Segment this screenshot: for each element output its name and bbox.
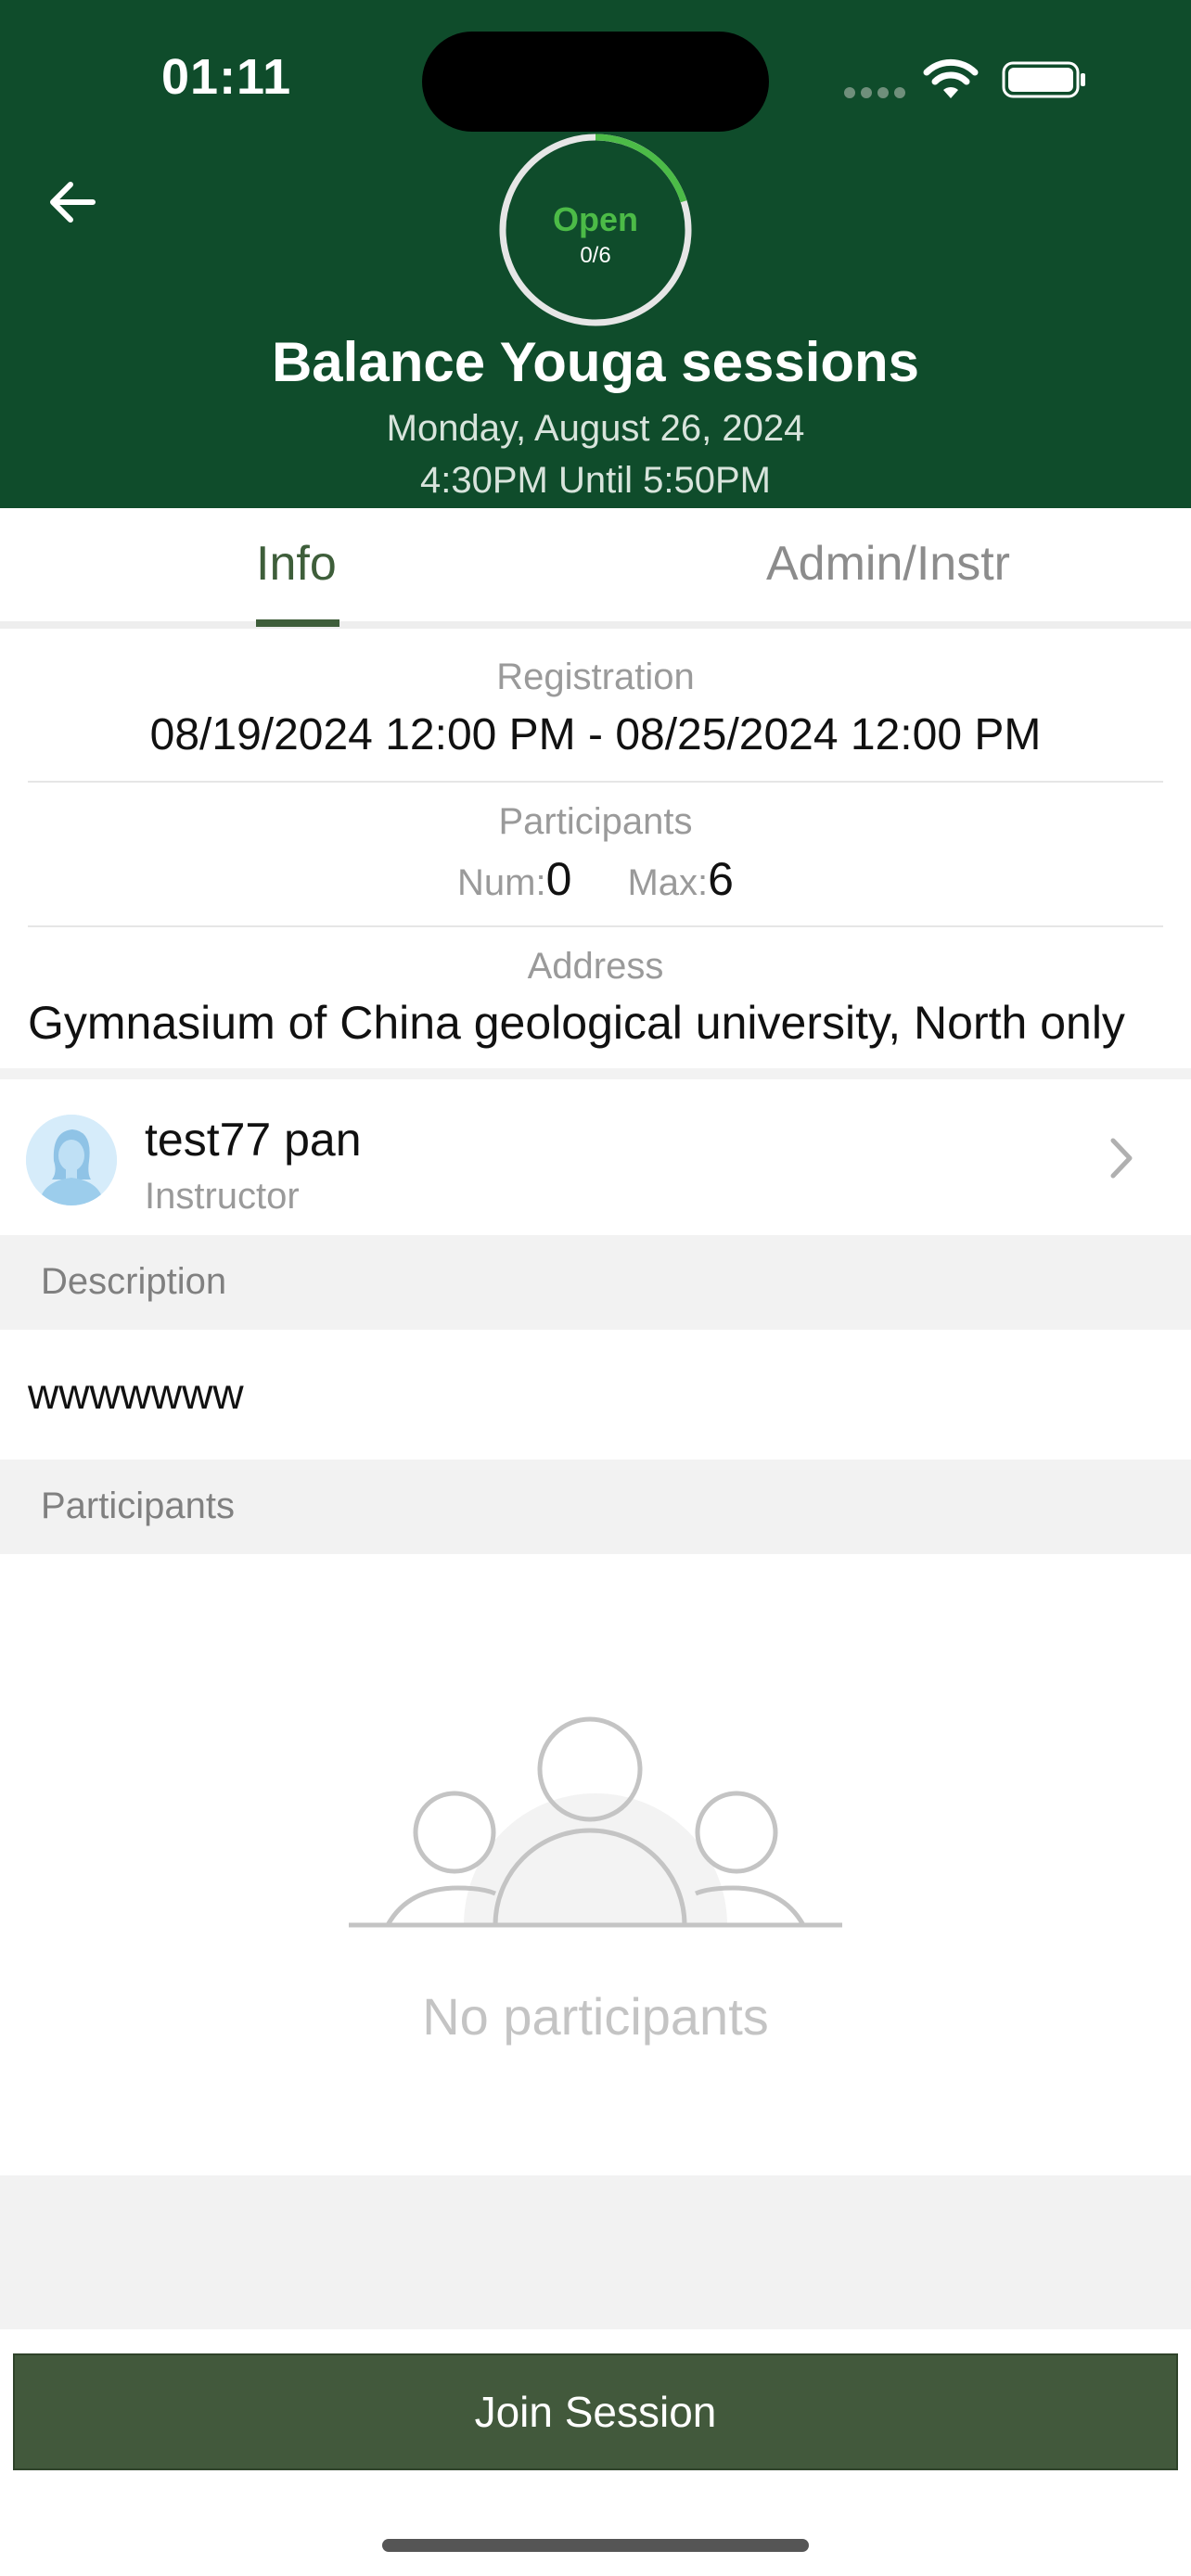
join-session-button[interactable]: Join Session: [13, 2353, 1178, 2470]
participants-header: Participants: [0, 1460, 1191, 1554]
capacity-count: 0/6: [580, 243, 611, 268]
description-header: Description: [0, 1235, 1191, 1330]
participants-label: Participants: [498, 801, 693, 842]
max-label: Max:: [627, 862, 709, 903]
registration-label: Registration: [496, 657, 695, 697]
section-gap: [0, 1068, 1191, 1079]
instructor-name: test77 pan: [145, 1114, 362, 1166]
back-button[interactable]: [37, 167, 108, 237]
home-indicator[interactable]: [382, 2539, 809, 2552]
people-group-icon: [349, 1716, 842, 1928]
bottom-spacer: [0, 2175, 1191, 2329]
signal-icon: [844, 87, 905, 98]
session-title: Balance Youga sessions: [271, 331, 920, 393]
divider: [28, 781, 1163, 783]
tab-admin-instr[interactable]: Admin/Instr: [766, 536, 1010, 592]
address-section: Address: [28, 946, 1163, 988]
tab-bar: Info Admin/Instr: [0, 508, 1191, 629]
max-value: 6: [708, 853, 734, 905]
registration-value: 08/19/2024 12:00 PM - 08/25/2024 12:00 P…: [149, 710, 1042, 759]
registration-section: Registration 08/19/2024 12:00 PM - 08/25…: [28, 657, 1163, 760]
arrow-left-icon: [50, 182, 96, 223]
capacity-ring: Open 0/6: [495, 130, 696, 330]
wifi-icon: [923, 58, 979, 98]
address-value: Gymnasium of China geological university…: [28, 997, 1125, 1049]
num-label: Num:: [457, 862, 546, 903]
battery-icon: [1002, 61, 1085, 98]
instructor-row[interactable]: test77 pan Instructor: [0, 1079, 1191, 1235]
session-date: Monday, August 26, 2024: [386, 408, 805, 449]
description-header-label: Description: [41, 1261, 227, 1302]
num-value: 0: [545, 853, 572, 905]
empty-participants-text: No participants: [422, 1987, 769, 2046]
description-text: wwwwwww: [28, 1370, 244, 1418]
session-header: 01:11 Open 0/6 Balance Youga sessions Mo…: [0, 0, 1191, 508]
session-status: Open: [552, 200, 638, 238]
participants-header-label: Participants: [41, 1486, 235, 1526]
instructor-role: Instructor: [145, 1176, 300, 1217]
participants-count-section: Participants Num:0 Max:6: [28, 801, 1163, 906]
status-time: 01:11: [161, 49, 292, 105]
avatar: [26, 1115, 117, 1205]
divider: [28, 925, 1163, 927]
address-label: Address: [527, 946, 664, 987]
dynamic-island: [422, 32, 769, 132]
tab-active-indicator: [256, 619, 339, 627]
chevron-right-icon: [1110, 1138, 1133, 1179]
tab-info[interactable]: Info: [256, 536, 337, 592]
session-time: 4:30PM Until 5:50PM: [420, 460, 771, 501]
